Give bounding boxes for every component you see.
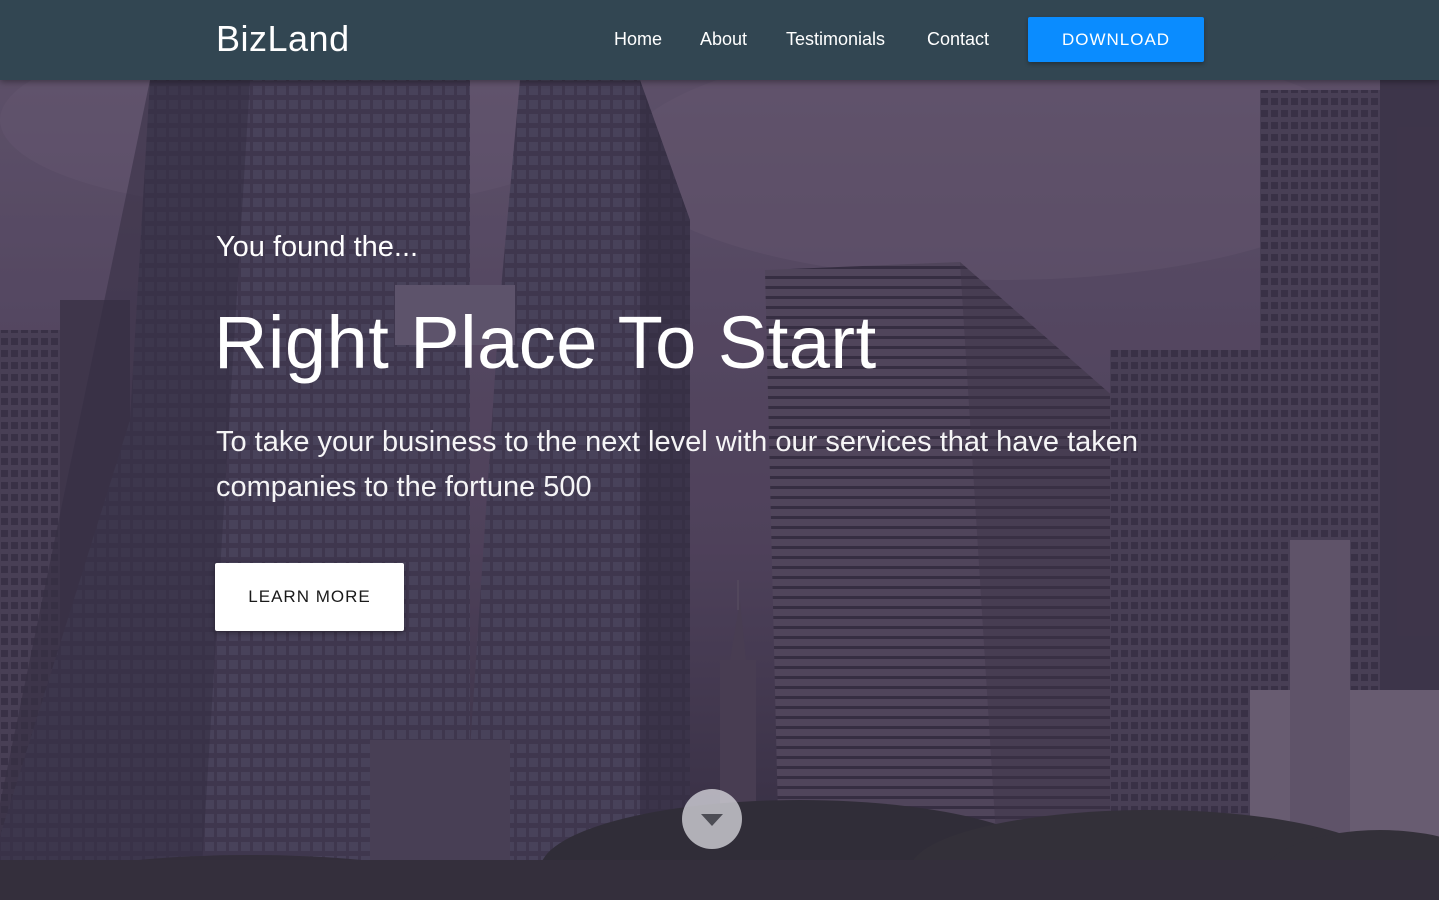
nav-link-about[interactable]: About — [700, 29, 747, 50]
hero-subtext: To take your business to the next level … — [216, 426, 1139, 503]
top-navbar: BizLand Home About Testimonials Contact … — [0, 0, 1439, 80]
learn-more-button[interactable]: LEARN MORE — [215, 563, 404, 631]
download-button[interactable]: DOWNLOAD — [1028, 17, 1204, 62]
hero-eyebrow: You found the... — [216, 231, 419, 263]
brand-logo[interactable]: BizLand — [216, 18, 350, 60]
scroll-down-button[interactable] — [682, 789, 742, 849]
nav-link-contact[interactable]: Contact — [927, 29, 989, 50]
nav-link-home[interactable]: Home — [614, 29, 662, 50]
nav-link-testimonials[interactable]: Testimonials — [786, 29, 885, 50]
hero-headline: Right Place To Start — [214, 301, 877, 384]
chevron-down-icon — [701, 814, 723, 826]
